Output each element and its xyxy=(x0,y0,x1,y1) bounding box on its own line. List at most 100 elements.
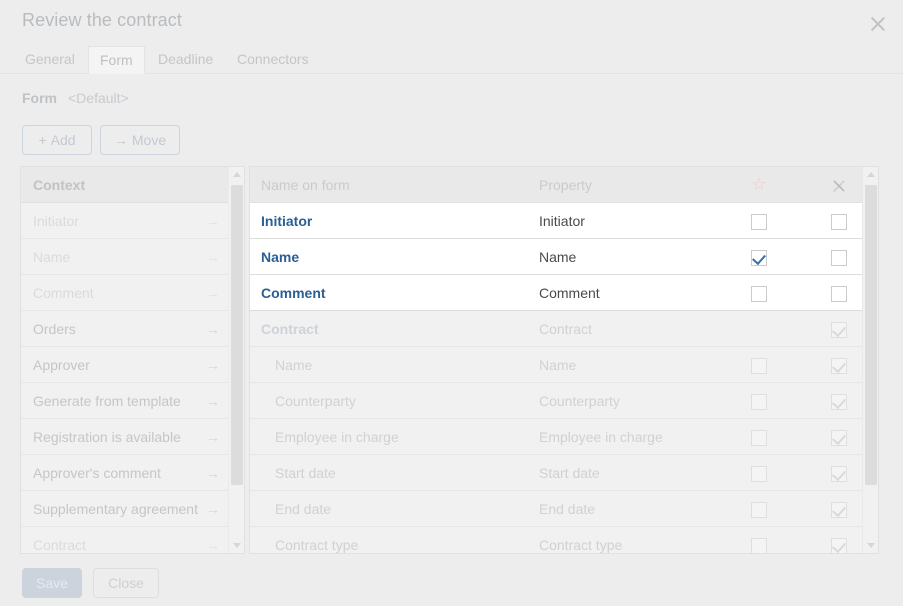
column-header-star[interactable]: ☆ xyxy=(739,167,779,203)
star-checkbox[interactable] xyxy=(751,394,767,411)
table-row[interactable]: Comment Comment xyxy=(250,275,862,311)
context-list-item[interactable]: Name → xyxy=(21,239,228,275)
star-checkbox[interactable] xyxy=(751,286,767,303)
tab-deadline[interactable]: Deadline xyxy=(147,46,224,74)
context-list-item[interactable]: Approver's comment → xyxy=(21,455,228,491)
arrow-right-icon[interactable]: → xyxy=(206,347,220,382)
table-row[interactable]: Start date Start date xyxy=(250,455,862,491)
column-header-property[interactable]: Property xyxy=(539,167,592,203)
context-list-item[interactable]: Comment → xyxy=(21,275,228,311)
table-row[interactable]: Name Name xyxy=(250,239,862,275)
context-item-label: Name xyxy=(33,249,71,265)
table-row[interactable]: End date End date xyxy=(250,491,862,527)
arrow-right-icon[interactable]: → xyxy=(206,491,220,526)
arrow-right-icon[interactable]: → xyxy=(206,455,220,490)
context-item-label: Registration is available xyxy=(33,429,181,445)
table-row[interactable]: Contract Contract xyxy=(250,311,862,347)
table-row[interactable]: Contract type Contract type xyxy=(250,527,862,553)
column-header-name-on-form[interactable]: Name on form xyxy=(261,167,350,203)
arrow-right-icon[interactable]: → xyxy=(206,383,220,418)
context-list-item[interactable]: Contract → xyxy=(21,527,228,553)
star-checkbox[interactable] xyxy=(751,250,767,267)
cell-property: Name xyxy=(539,357,577,373)
cell-property: Start date xyxy=(539,465,600,481)
scroll-thumb[interactable] xyxy=(865,185,877,485)
readonly-checkbox[interactable] xyxy=(831,394,847,411)
context-list-item[interactable]: Registration is available → xyxy=(21,419,228,455)
cell-name-on-form[interactable]: Initiator xyxy=(261,203,312,238)
cell-property: Initiator xyxy=(539,213,585,229)
scroll-down-arrow-icon[interactable] xyxy=(229,537,244,553)
add-button[interactable]: + Add xyxy=(22,125,92,155)
form-fields-table: Name on form Property ☆ Initiator Initiat… xyxy=(249,166,879,554)
context-scrollbar[interactable] xyxy=(228,167,244,553)
arrow-right-icon[interactable]: → xyxy=(206,527,220,553)
cell-property: Name xyxy=(539,249,577,265)
table-row[interactable]: Counterparty Counterparty xyxy=(250,383,862,419)
scroll-down-arrow-icon[interactable] xyxy=(863,537,878,553)
scroll-thumb[interactable] xyxy=(231,185,243,485)
cell-name-on-form[interactable]: Name xyxy=(261,239,299,274)
cell-property: Comment xyxy=(539,285,600,301)
add-button-label: Add xyxy=(50,132,76,148)
tab-form[interactable]: Form xyxy=(88,46,145,74)
tab-label: General xyxy=(25,51,75,67)
arrow-right-icon[interactable]: → xyxy=(206,311,220,346)
tab-general[interactable]: General xyxy=(14,46,86,74)
star-checkbox[interactable] xyxy=(751,502,767,519)
move-button[interactable]: → Move xyxy=(100,125,180,155)
readonly-checkbox[interactable] xyxy=(831,250,847,267)
context-list-item[interactable]: Orders → xyxy=(21,311,228,347)
plus-icon: + xyxy=(38,132,47,148)
tab-connectors[interactable]: Connectors xyxy=(226,46,320,74)
readonly-checkbox[interactable] xyxy=(831,214,847,231)
cell-star xyxy=(739,419,779,454)
form-value[interactable]: <Default> xyxy=(68,90,129,106)
form-label: Form xyxy=(22,90,57,106)
readonly-checkbox[interactable] xyxy=(831,538,847,553)
cell-readonly xyxy=(819,455,859,490)
tab-label: Connectors xyxy=(237,51,309,67)
cell-property: Counterparty xyxy=(539,393,620,409)
table-row[interactable]: Initiator Initiator xyxy=(250,203,862,239)
readonly-checkbox[interactable] xyxy=(831,322,847,339)
star-checkbox[interactable] xyxy=(751,322,767,338)
cell-star xyxy=(739,275,779,310)
cell-property: Employee in charge xyxy=(539,429,663,445)
scroll-up-arrow-icon[interactable] xyxy=(863,167,878,183)
cell-name-on-form: Employee in charge xyxy=(275,429,399,445)
cell-star xyxy=(739,203,779,238)
cell-star xyxy=(739,347,779,382)
star-checkbox[interactable] xyxy=(751,358,767,375)
arrow-right-icon[interactable]: → xyxy=(206,275,220,310)
column-header-readonly[interactable] xyxy=(819,167,859,203)
star-checkbox[interactable] xyxy=(751,214,767,231)
readonly-checkbox[interactable] xyxy=(831,358,847,375)
readonly-checkbox[interactable] xyxy=(831,286,847,303)
table-body: Initiator Initiator Name Name Comment Comment… xyxy=(250,203,862,553)
star-checkbox[interactable] xyxy=(751,466,767,483)
readonly-checkbox[interactable] xyxy=(831,430,847,447)
cell-star xyxy=(739,383,779,418)
cell-readonly xyxy=(819,239,859,274)
table-row[interactable]: Name Name xyxy=(250,347,862,383)
context-list-item[interactable]: Initiator → xyxy=(21,203,228,239)
cell-star xyxy=(739,491,779,526)
close-button[interactable]: Close xyxy=(93,568,159,598)
table-scrollbar[interactable] xyxy=(862,167,878,553)
arrow-right-icon[interactable]: → xyxy=(206,203,220,238)
readonly-checkbox[interactable] xyxy=(831,502,847,519)
context-list-item[interactable]: Supplementary agreement → xyxy=(21,491,228,527)
close-icon[interactable] xyxy=(863,9,893,39)
star-checkbox[interactable] xyxy=(751,430,767,447)
context-list-item[interactable]: Generate from template → xyxy=(21,383,228,419)
save-button[interactable]: Save xyxy=(22,568,82,598)
context-list-item[interactable]: Approver → xyxy=(21,347,228,383)
star-checkbox[interactable] xyxy=(751,538,767,553)
arrow-right-icon[interactable]: → xyxy=(206,419,220,454)
scroll-up-arrow-icon[interactable] xyxy=(229,167,244,183)
cell-name-on-form[interactable]: Comment xyxy=(261,275,326,310)
arrow-right-icon[interactable]: → xyxy=(206,239,220,274)
readonly-checkbox[interactable] xyxy=(831,466,847,483)
table-row[interactable]: Employee in charge Employee in charge xyxy=(250,419,862,455)
